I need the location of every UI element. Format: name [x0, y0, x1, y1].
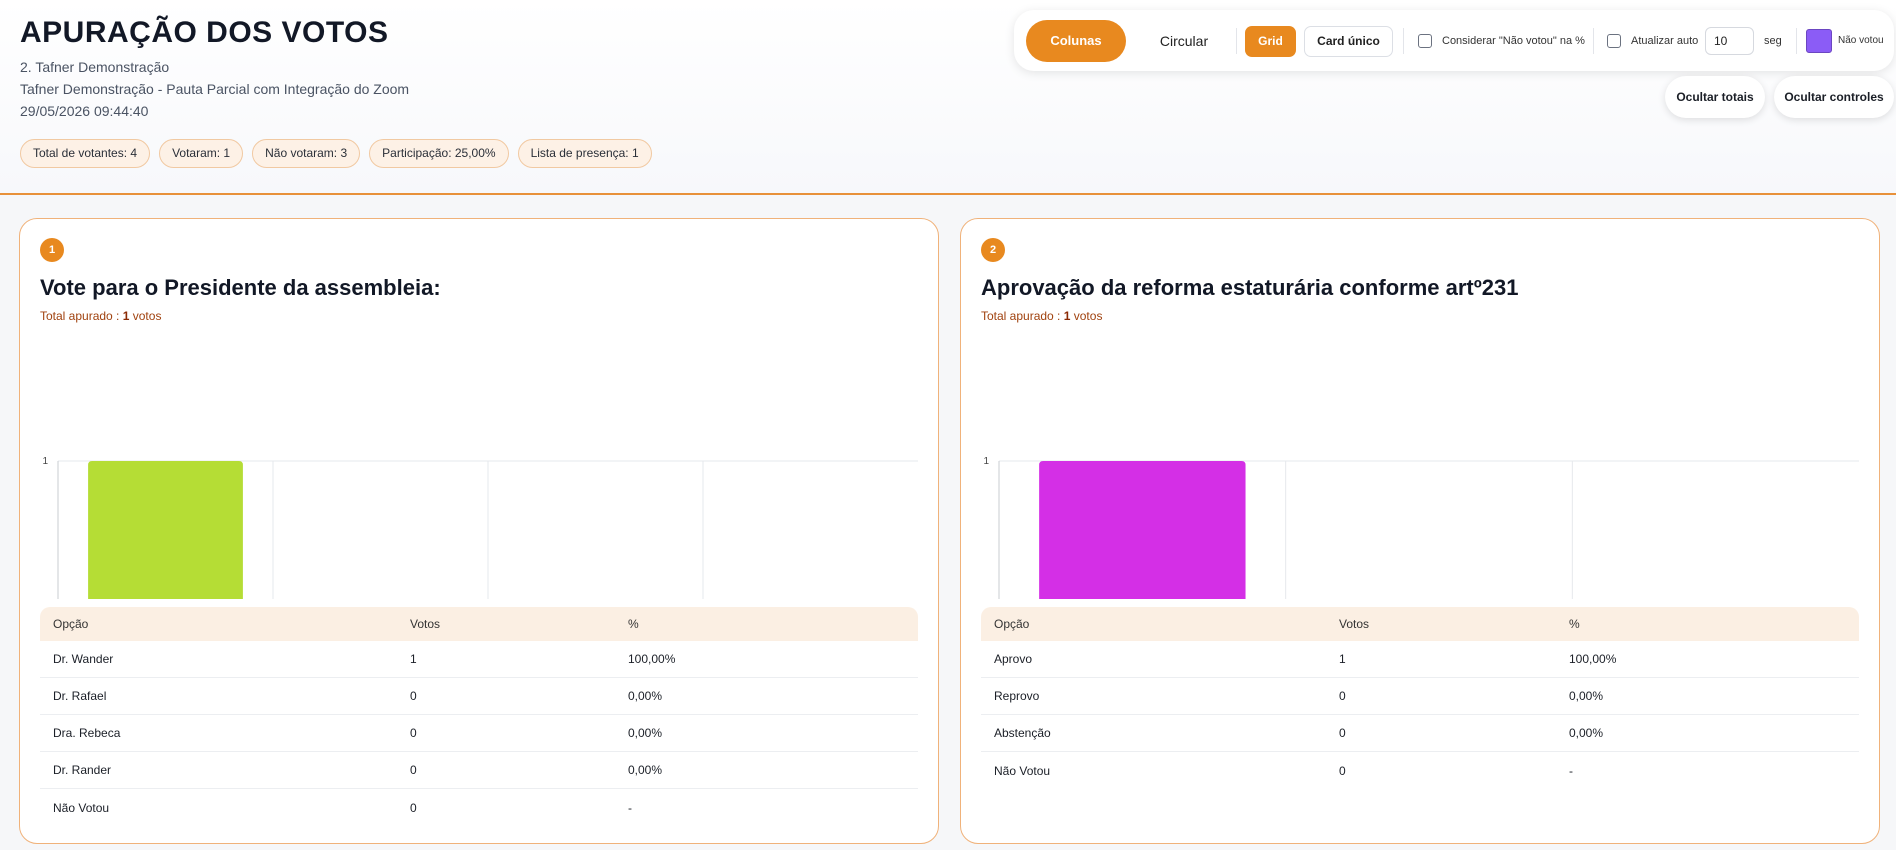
cell-percent: 0,00%	[628, 763, 663, 777]
cell-votos: 0	[1339, 763, 1346, 778]
table-row: Aprovo 1 100,00%	[981, 641, 1859, 678]
cell-percent: 0,00%	[628, 689, 663, 703]
header-votos: Votos	[1339, 617, 1370, 631]
table-row: Dra. Rebeca 0 0,00%	[40, 715, 918, 752]
cell-opcao: Não Votou	[53, 800, 110, 815]
question-title: Aprovação da reforma estaturária conform…	[981, 275, 1519, 300]
stat-nao-votaram: Não votaram: 3	[252, 139, 361, 168]
y-tick-label: 1	[983, 456, 989, 467]
cell-opcao: Dra. Rebeca	[53, 726, 121, 740]
nao-votou-label: Não votou	[1838, 35, 1884, 46]
divider	[1236, 28, 1237, 54]
cell-opcao: Não Votou	[994, 763, 1051, 778]
table-row: Abstenção 0 0,00%	[981, 715, 1859, 752]
atualizar-auto-label: Atualizar auto	[1631, 35, 1699, 47]
cell-percent: 0,00%	[628, 726, 663, 740]
bar	[1039, 461, 1246, 599]
considerar-nao-votou-checkbox[interactable]	[1418, 34, 1432, 48]
header-opcao: Opção	[994, 617, 1030, 631]
cell-percent: 100,00%	[628, 652, 676, 666]
cell-opcao: Abstenção	[994, 726, 1051, 740]
divider	[1796, 28, 1797, 54]
cell-opcao: Dr. Rafael	[53, 689, 107, 703]
bar-chart: 01AprovoReprovoAbstenção	[983, 456, 1859, 599]
table-row: Dr. Rafael 0 0,00%	[40, 678, 918, 715]
interval-input[interactable]: 10	[1705, 27, 1754, 55]
cell-opcao: Dr. Wander	[53, 652, 114, 666]
cell-votos: 0	[410, 800, 417, 815]
atualizar-auto-checkbox[interactable]	[1607, 34, 1621, 48]
table-row: Dr. Wander 1 100,00%	[40, 641, 918, 678]
cell-votos: 1	[410, 652, 417, 666]
result-card-2: 2 Aprovação da reforma estaturária confo…	[960, 218, 1880, 844]
considerar-nao-votou-label: Considerar "Não votou" na %	[1442, 35, 1585, 47]
nao-votou-color-picker[interactable]	[1806, 29, 1832, 53]
seg-label: seg	[1764, 35, 1782, 47]
header-opcao: Opção	[53, 617, 89, 631]
cell-opcao: Aprovo	[994, 652, 1033, 666]
stat-total-votantes: Total de votantes: 4	[20, 139, 151, 168]
header-votos: Votos	[410, 617, 441, 631]
votes-table: Opção Votos % Dr. Wander 1 100,00% Dr. R…	[40, 607, 918, 826]
table-header: Opção Votos %	[981, 607, 1859, 641]
cell-opcao: Reprovo	[994, 689, 1040, 703]
table-row: Não Votou 0 -	[981, 752, 1859, 789]
cell-votos: 0	[1339, 689, 1346, 703]
cell-percent: 100,00%	[1569, 652, 1617, 666]
card-unico-button[interactable]: Card único	[1304, 26, 1393, 57]
page-title: APURAÇÃO DOS VOTOS	[20, 16, 389, 49]
pauta-name: 2. Tafner Demonstração	[20, 59, 170, 75]
divider	[1403, 28, 1404, 54]
bar-chart: 01Dr. WanderDr. RafaelDra. RebecaDr. Ran…	[42, 456, 918, 599]
cell-votos: 0	[410, 689, 417, 703]
card-number-badge: 2	[981, 238, 1005, 262]
cell-votos: 0	[410, 763, 417, 777]
y-tick-label: 1	[42, 456, 48, 467]
circular-button[interactable]: Circular	[1134, 20, 1234, 62]
cell-votos: 0	[1339, 726, 1346, 740]
card-number-badge: 1	[40, 238, 64, 262]
header-percent: %	[1569, 617, 1580, 631]
divider	[1593, 28, 1594, 54]
stat-votaram: Votaram: 1	[159, 139, 244, 168]
cell-percent: 0,00%	[1569, 726, 1604, 740]
cell-votos: 0	[410, 726, 417, 740]
cell-percent: -	[628, 800, 632, 815]
cell-votos: 1	[1339, 652, 1346, 666]
grid-button[interactable]: Grid	[1245, 26, 1296, 57]
stat-participacao: Participação: 25,00%	[369, 139, 509, 168]
stat-lista-presenca: Lista de presença: 1	[517, 139, 652, 168]
timestamp: 29/05/2026 09:44:40	[20, 103, 149, 119]
colunas-button[interactable]: Colunas	[1026, 20, 1126, 62]
table-row: Reprovo 0 0,00%	[981, 678, 1859, 715]
cell-opcao: Dr. Rander	[53, 763, 112, 777]
controls-bar: Colunas Circular Grid Card único Conside…	[1014, 10, 1894, 71]
table-row: Dr. Rander 0 0,00%	[40, 752, 918, 789]
stats-bar: Total de votantes: 4 Votaram: 1 Não vota…	[20, 139, 652, 168]
result-card-1: 1 Vote para o Presidente da assembleia: …	[19, 218, 939, 844]
table-row: Não Votou 0 -	[40, 789, 918, 826]
ocultar-controles-button[interactable]: Ocultar controles	[1774, 76, 1894, 118]
cell-percent: 0,00%	[1569, 689, 1604, 703]
cell-percent: -	[1569, 763, 1573, 778]
pauta-description: Tafner Demonstração - Pauta Parcial com …	[20, 81, 410, 97]
table-header: Opção Votos %	[40, 607, 918, 641]
header-percent: %	[628, 617, 639, 631]
ocultar-totais-button[interactable]: Ocultar totais	[1665, 76, 1765, 118]
question-title: Vote para o Presidente da assembleia:	[40, 275, 441, 300]
votes-table: Opção Votos % Aprovo 1 100,00% Reprovo 0…	[981, 607, 1859, 789]
header: APURAÇÃO DOS VOTOS 2. Tafner Demonstraçã…	[0, 0, 1896, 195]
bar	[88, 461, 243, 599]
